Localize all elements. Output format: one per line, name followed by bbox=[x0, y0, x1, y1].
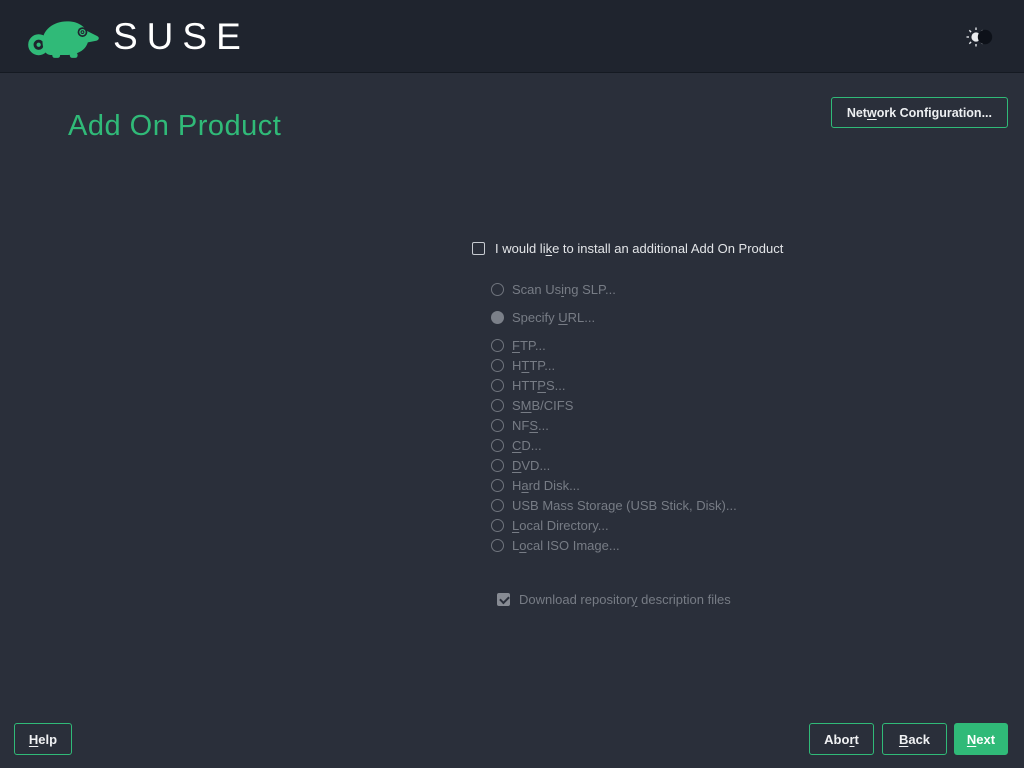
addon-product-checkbox-label: I would like to install an additional Ad… bbox=[495, 241, 783, 256]
radio-option-local-iso-image[interactable]: Local ISO Image... bbox=[491, 535, 620, 555]
radio-icon[interactable] bbox=[491, 499, 504, 512]
radio-icon[interactable] bbox=[491, 283, 504, 296]
back-button[interactable]: Back bbox=[882, 723, 947, 755]
download-descriptions-label: Download repository description files bbox=[519, 592, 731, 607]
radio-label: HTTP... bbox=[512, 358, 555, 373]
radio-label: Scan Using SLP... bbox=[512, 282, 616, 297]
page-title: Add On Product bbox=[68, 110, 281, 143]
radio-label: Local Directory... bbox=[512, 518, 609, 533]
radio-option-dvd[interactable]: DVD... bbox=[491, 455, 550, 475]
radio-option-specify-url[interactable]: Specify URL... bbox=[491, 307, 595, 327]
addon-product-checkbox[interactable]: I would like to install an additional Ad… bbox=[472, 240, 783, 256]
radio-option-scan-slp[interactable]: Scan Using SLP... bbox=[491, 279, 616, 299]
radio-icon[interactable] bbox=[491, 419, 504, 432]
radio-option-nfs[interactable]: NFS... bbox=[491, 415, 549, 435]
next-button[interactable]: Next bbox=[954, 723, 1008, 755]
radio-option-ftp[interactable]: FTP... bbox=[491, 335, 546, 355]
radio-option-https[interactable]: HTTPS... bbox=[491, 375, 565, 395]
suse-logo: SUSE bbox=[26, 13, 250, 59]
header-bar: SUSE bbox=[0, 0, 1024, 73]
radio-icon[interactable] bbox=[491, 379, 504, 392]
theme-toggle-button[interactable] bbox=[966, 25, 998, 49]
suse-chameleon-icon bbox=[26, 13, 100, 59]
checkbox-checked-icon[interactable] bbox=[497, 593, 510, 606]
radio-option-smb-cifs[interactable]: SMB/CIFS bbox=[491, 395, 573, 415]
radio-label: Specify URL... bbox=[512, 310, 595, 325]
radio-label: USB Mass Storage (USB Stick, Disk)... bbox=[512, 498, 737, 513]
radio-label: Local ISO Image... bbox=[512, 538, 620, 553]
radio-label: DVD... bbox=[512, 458, 550, 473]
radio-label: SMB/CIFS bbox=[512, 398, 573, 413]
radio-icon[interactable] bbox=[491, 459, 504, 472]
radio-icon[interactable] bbox=[491, 439, 504, 452]
radio-option-usb-mass-storage[interactable]: USB Mass Storage (USB Stick, Disk)... bbox=[491, 495, 737, 515]
radio-icon[interactable] bbox=[491, 359, 504, 372]
network-configuration-button[interactable]: Network Configuration... bbox=[831, 97, 1008, 128]
brand-wordmark: SUSE bbox=[113, 18, 250, 55]
radio-label: HTTPS... bbox=[512, 378, 565, 393]
radio-label: FTP... bbox=[512, 338, 546, 353]
radio-icon[interactable] bbox=[491, 519, 504, 532]
radio-icon[interactable] bbox=[491, 479, 504, 492]
radio-icon[interactable] bbox=[491, 539, 504, 552]
light-dark-toggle-icon bbox=[966, 25, 998, 49]
help-button[interactable]: Help bbox=[14, 723, 72, 755]
radio-option-local-directory[interactable]: Local Directory... bbox=[491, 515, 609, 535]
radio-label: CD... bbox=[512, 438, 542, 453]
download-descriptions-checkbox[interactable]: Download repository description files bbox=[497, 592, 731, 606]
radio-option-hard-disk[interactable]: Hard Disk... bbox=[491, 475, 580, 495]
radio-icon[interactable] bbox=[491, 399, 504, 412]
radio-label: NFS... bbox=[512, 418, 549, 433]
radio-icon[interactable] bbox=[491, 339, 504, 352]
abort-button[interactable]: Abort bbox=[809, 723, 874, 755]
radio-label: Hard Disk... bbox=[512, 478, 580, 493]
radio-option-cd[interactable]: CD... bbox=[491, 435, 542, 455]
radio-selected-icon[interactable] bbox=[491, 311, 504, 324]
checkbox-unchecked-icon[interactable] bbox=[472, 242, 485, 255]
radio-option-http[interactable]: HTTP... bbox=[491, 355, 555, 375]
